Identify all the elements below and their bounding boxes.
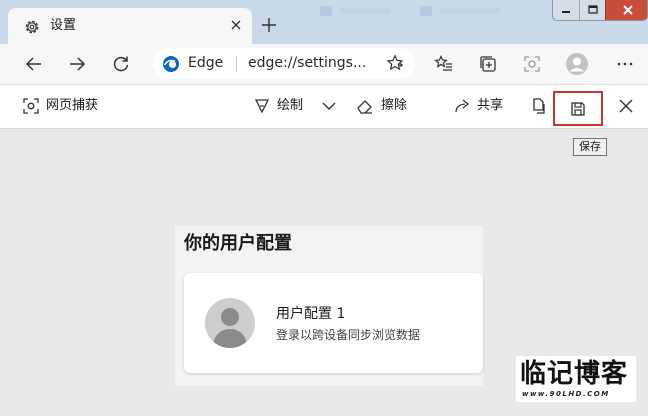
watermark-url: www.90LHD.COM <box>522 390 610 398</box>
web-capture-icon[interactable] <box>519 52 545 76</box>
close-icon[interactable] <box>617 97 635 115</box>
save-tooltip: 保存 <box>573 138 607 156</box>
tab-strip: 设置 <box>0 0 648 44</box>
tab-settings[interactable]: 设置 <box>8 8 252 44</box>
window-controls <box>552 0 648 21</box>
profile-name: 用户配置 1 <box>276 306 346 322</box>
navigation-bar: Edge edge://settings... <box>0 44 648 84</box>
forward-arrow-icon[interactable] <box>64 52 90 76</box>
copy-icon[interactable] <box>530 97 548 115</box>
edge-logo-icon <box>162 55 180 73</box>
share-icon[interactable] <box>453 97 471 115</box>
profile-description: 登录以跨设备同步浏览数据 <box>276 328 421 342</box>
profile-heading: 你的用户配置 <box>184 233 292 254</box>
profile-card[interactable]: 用户配置 1 登录以跨设备同步浏览数据 <box>184 273 483 373</box>
save-icon <box>569 100 587 118</box>
avatar <box>205 298 255 348</box>
profile-panel: 你的用户配置 用户配置 1 登录以跨设备同步浏览数据 <box>175 226 483 386</box>
tab-close-icon[interactable] <box>229 18 243 32</box>
minimize-icon[interactable] <box>553 0 579 20</box>
collections-icon[interactable] <box>475 52 501 76</box>
web-capture-toolbar: 网页捕获 绘制 擦除 共享 <box>0 84 648 129</box>
background-tab-ghost <box>300 0 550 24</box>
url-text[interactable]: edge://settings... <box>248 54 366 73</box>
new-tab-button[interactable] <box>256 12 282 38</box>
save-button[interactable] <box>553 91 603 126</box>
address-bar[interactable]: Edge edge://settings... <box>152 48 416 79</box>
gear-icon <box>23 18 41 36</box>
refresh-icon[interactable] <box>108 52 134 76</box>
draw-button[interactable]: 绘制 <box>277 97 303 115</box>
eraser-icon[interactable] <box>356 97 374 115</box>
profile-icon[interactable] <box>564 52 590 76</box>
star-icon[interactable] <box>386 54 404 72</box>
back-arrow-icon[interactable] <box>21 52 47 76</box>
draw-pen-icon[interactable] <box>253 97 271 115</box>
watermark-logo: 临记博客 <box>520 359 629 389</box>
chevron-down-icon[interactable] <box>320 97 338 115</box>
favorites-list-icon[interactable] <box>431 52 457 76</box>
address-divider <box>236 56 237 72</box>
web-capture-icon <box>22 97 40 115</box>
window-close-icon[interactable] <box>605 0 647 20</box>
web-capture-title: 网页捕获 <box>46 98 99 113</box>
share-button[interactable]: 共享 <box>477 97 503 115</box>
watermark: 临记博客 www.90LHD.COM <box>516 356 636 402</box>
erase-button[interactable]: 擦除 <box>381 97 407 115</box>
tab-title: 设置 <box>50 18 77 33</box>
maximize-icon[interactable] <box>579 0 606 20</box>
site-label: Edge <box>188 55 224 71</box>
more-icon[interactable] <box>612 52 638 76</box>
